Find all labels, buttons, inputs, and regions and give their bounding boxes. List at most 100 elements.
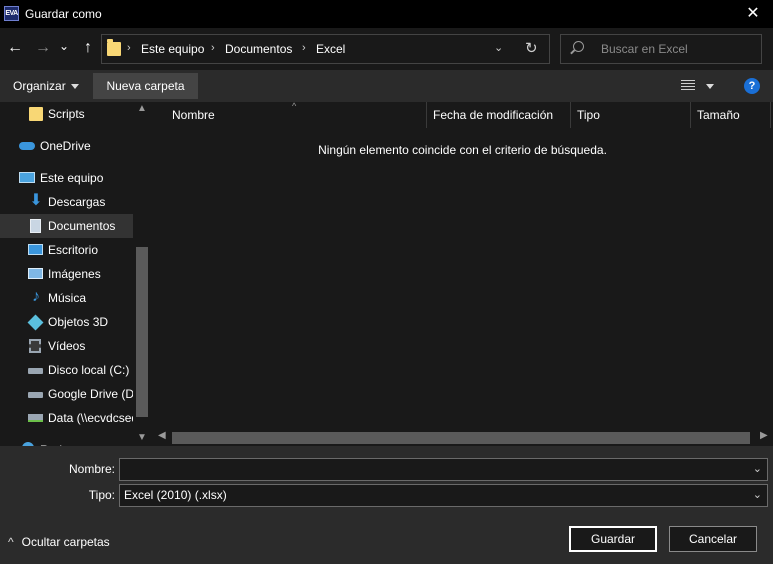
breadcrumb-separator: › [127,42,131,54]
filename-label: Nombre: [68,462,115,476]
scrollbar-thumb[interactable] [172,432,750,444]
sidebar-item-disco-local[interactable]: Disco local (C:) [0,358,133,382]
column-divider[interactable] [770,102,771,128]
sidebar-item-label: Escritorio [48,243,99,257]
navigation-bar: ← → ⌄ ↑ › Este equipo › Documentos › Exc… [0,28,773,70]
sidebar-item-documentos[interactable]: Documentos [0,214,133,238]
cloud-icon [19,142,35,150]
cube-icon [27,314,44,331]
forward-arrow-icon[interactable]: → [33,38,53,58]
address-bar[interactable]: › Este equipo › Documentos › Excel ⌄ ↻ [101,34,550,64]
sort-caret-up-icon: ^ [292,101,297,111]
organize-menu-button[interactable]: Organizar [13,79,79,93]
address-history-chevron-down-icon[interactable]: ⌄ [494,41,503,54]
sidebar-item-este-equipo[interactable]: Este equipo [0,166,133,190]
sidebar-scrollbar[interactable]: ▲ ▼ [133,102,152,446]
download-icon: ⬇ [29,192,43,209]
navigation-pane: Scripts OneDrive Este equipo ⬇ Descargas… [0,102,152,446]
app-logo-icon: EVA [4,6,19,21]
folder-icon [29,107,43,121]
scroll-down-icon[interactable]: ▼ [137,432,147,443]
sidebar-item-label: Google Drive (D: [48,387,133,401]
column-header-tamano[interactable]: Tamaño [697,108,740,122]
scroll-right-icon[interactable]: ▶ [760,430,768,441]
search-icon [573,41,584,52]
column-divider[interactable] [570,102,571,128]
sidebar-item-label: Música [48,291,87,305]
column-header-tipo[interactable]: Tipo [577,108,600,122]
sidebar-item-data-network[interactable]: Data (\\ecvdcsed [0,406,133,430]
breadcrumb-este-equipo[interactable]: Este equipo [141,42,204,56]
sidebar-item-label: Este equipo [40,171,104,185]
sidebar-item-label: OneDrive [40,139,91,153]
network-drive-icon [28,414,43,422]
help-icon[interactable]: ? [744,78,760,94]
breadcrumb-excel[interactable]: Excel [316,42,345,56]
sidebar-item-label: Scripts [48,107,85,121]
filetype-value: Excel (2010) (.xlsx) [124,488,227,502]
scroll-left-icon[interactable]: ◀ [158,430,166,441]
filename-input[interactable]: ⌄ [119,458,768,481]
document-icon [30,219,41,233]
close-icon[interactable]: ✕ [733,0,773,28]
back-arrow-icon[interactable]: ← [5,38,25,58]
save-button[interactable]: Guardar [569,526,657,552]
breadcrumb-separator: › [302,42,306,54]
hide-folders-label: Ocultar carpetas [21,535,110,549]
sidebar-item-onedrive[interactable]: OneDrive [0,134,133,158]
horizontal-scrollbar[interactable]: ◀ ▶ [152,429,773,446]
sidebar-item-label: Objetos 3D [48,315,109,329]
sidebar-item-descargas[interactable]: ⬇ Descargas [0,190,133,214]
scrollbar-thumb[interactable] [136,247,148,417]
change-view-icon[interactable] [681,80,695,91]
sidebar-item-google-drive[interactable]: Google Drive (D: [0,382,133,406]
sidebar-item-label: Data (\\ecvdcsed [48,411,133,425]
column-divider[interactable] [426,102,427,128]
drive-icon [28,368,43,374]
search-input[interactable]: Buscar en Excel [560,34,762,64]
sidebar-item-label: Imágenes [48,267,101,281]
sidebar-item-escritorio[interactable]: Escritorio [0,238,133,262]
scroll-up-icon[interactable]: ▲ [137,103,147,114]
sidebar-item-videos[interactable]: Vídeos [0,334,133,358]
command-toolbar: Organizar Nueva carpeta ? [0,70,773,102]
save-options-panel: Nombre: ⌄ Tipo: Excel (2010) (.xlsx) ⌄ ^… [0,446,773,564]
up-arrow-icon[interactable]: ↑ [78,38,98,58]
video-icon [29,339,41,353]
column-divider[interactable] [690,102,691,128]
filename-history-chevron-down-icon[interactable]: ⌄ [753,459,762,480]
breadcrumb-documentos[interactable]: Documentos [225,42,292,56]
sidebar-item-imagenes[interactable]: Imágenes [0,262,133,286]
column-header-nombre[interactable]: Nombre [172,108,215,122]
sidebar-item-musica[interactable]: ♪ Música [0,286,133,310]
breadcrumb-separator: › [211,42,215,54]
view-options-caret-down-icon[interactable] [706,84,714,89]
music-icon: ♪ [32,288,40,305]
drive-icon [28,392,43,398]
sidebar-item-red[interactable]: Red [0,438,133,446]
column-header-fecha[interactable]: Fecha de modificación [433,108,553,122]
caret-down-icon [70,84,79,90]
sidebar-item-label: Vídeos [48,339,86,353]
cancel-button[interactable]: Cancelar [669,526,757,552]
empty-results-message: Ningún elemento coincide con el criterio… [318,143,607,157]
sidebar-item-label: Documentos [48,219,116,233]
filetype-label: Tipo: [88,488,115,502]
filetype-chevron-down-icon[interactable]: ⌄ [753,485,762,506]
file-list: ^ Nombre Fecha de modificación Tipo Tama… [152,101,773,446]
organize-label: Organizar [13,79,66,93]
window-title: Guardar como [25,7,102,21]
sidebar-item-label: Descargas [48,195,106,209]
computer-icon [19,172,35,183]
chevron-up-icon: ^ [8,535,14,549]
sidebar-item-objetos-3d[interactable]: Objetos 3D [0,310,133,334]
sidebar-item-scripts[interactable]: Scripts [0,102,133,126]
sidebar-item-label: Red [40,438,62,446]
refresh-icon[interactable]: ↻ [525,39,538,57]
sidebar-item-label: Disco local (C:) [48,363,130,377]
hide-folders-toggle[interactable]: ^ Ocultar carpetas [8,535,110,549]
recent-locations-chevron-down-icon[interactable]: ⌄ [57,36,71,56]
new-folder-button[interactable]: Nueva carpeta [93,73,198,99]
filetype-select[interactable]: Excel (2010) (.xlsx) ⌄ [119,484,768,507]
desktop-icon [28,244,43,255]
